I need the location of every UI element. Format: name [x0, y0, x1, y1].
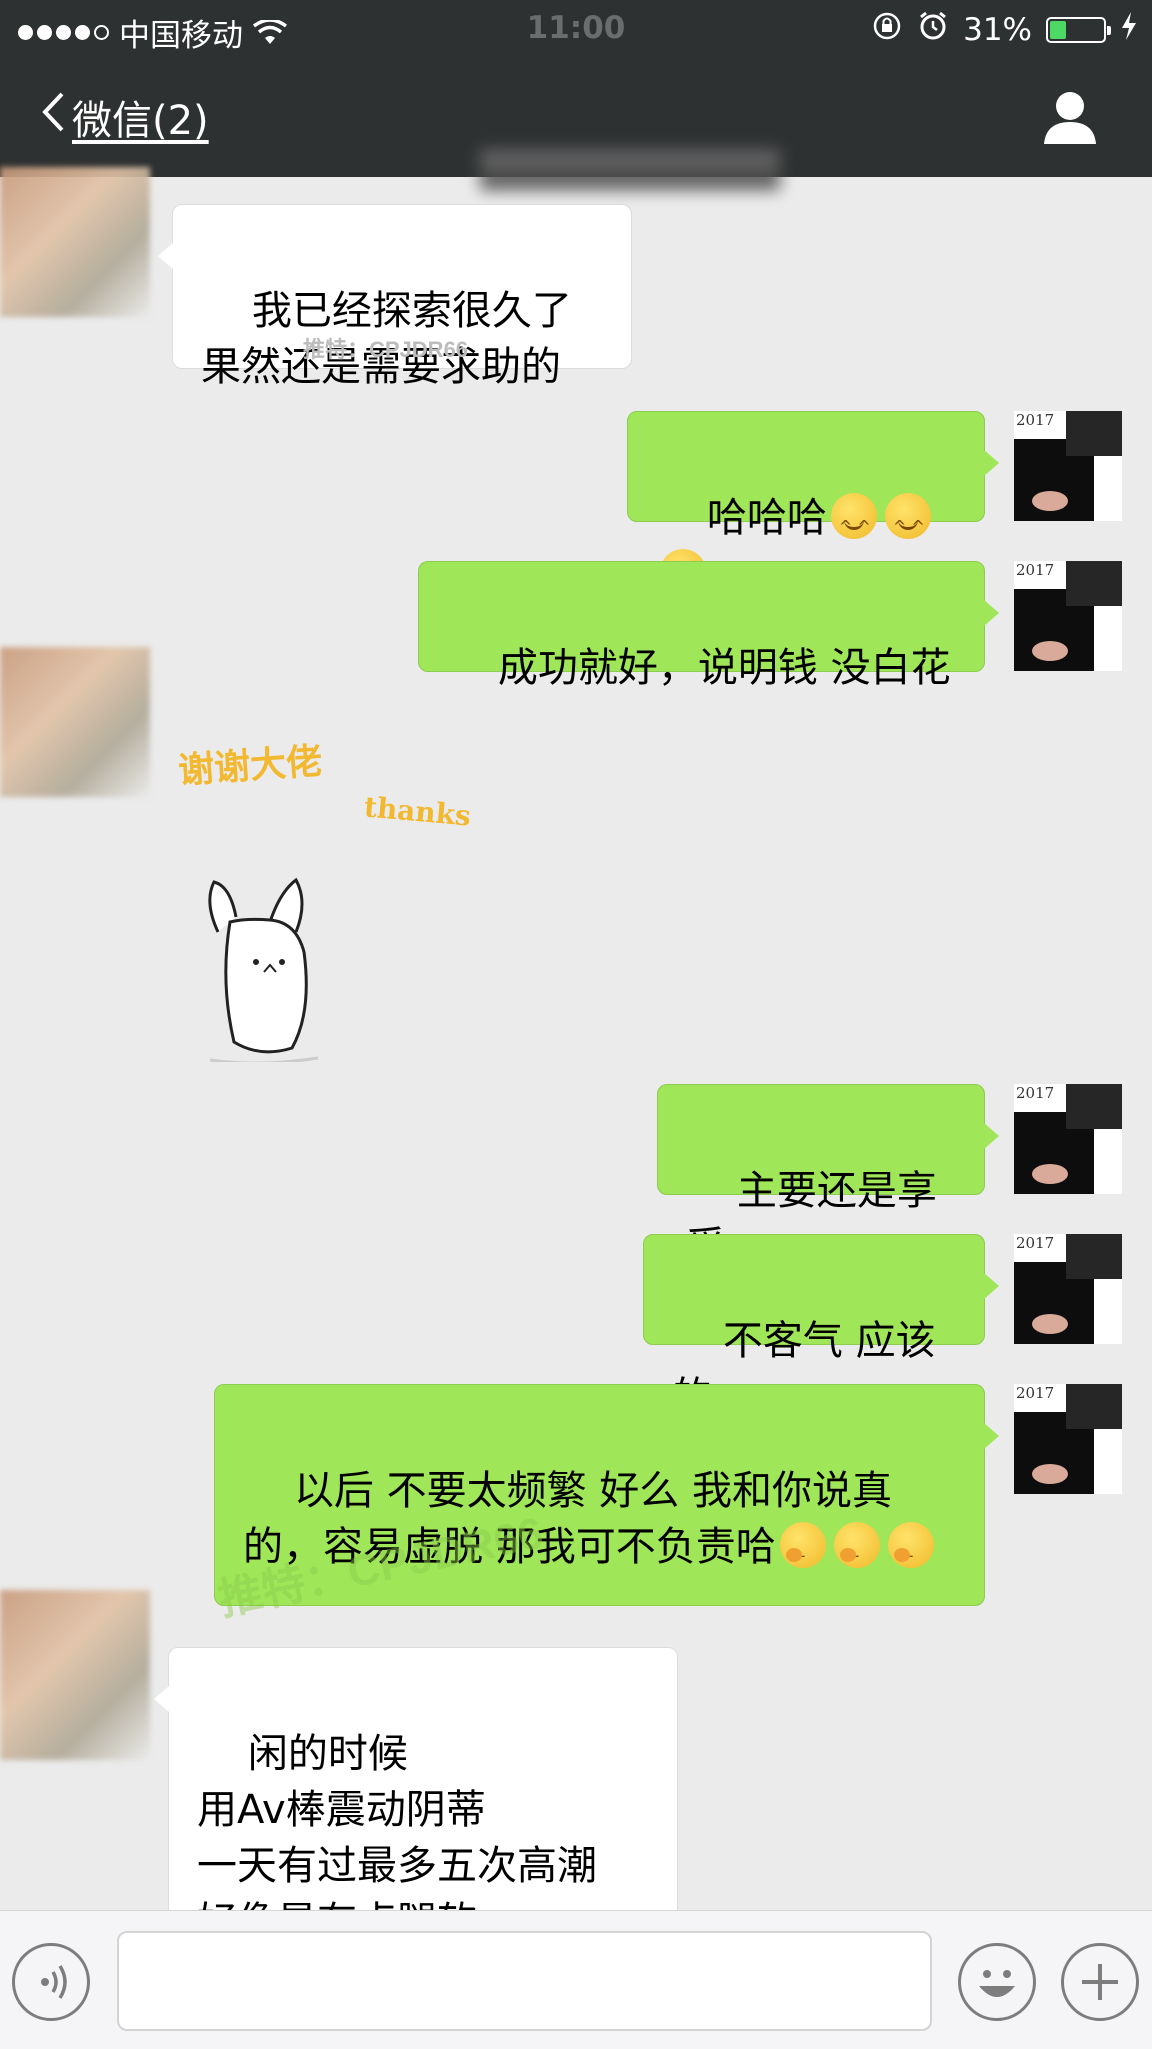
status-bar: 中国移动 11:00 31%: [0, 0, 1152, 60]
avatar-caption: 2017: [1016, 561, 1055, 579]
voice-button[interactable]: [12, 1943, 90, 2021]
avatar-caption: 2017: [1016, 1384, 1055, 1402]
top-bar: 中国移动 11:00 31% 微信(2): [0, 0, 1152, 190]
battery-percent: 31%: [963, 12, 1032, 48]
bunny-sticker-icon: [208, 877, 319, 1062]
alarm-icon: [917, 10, 949, 50]
avatar[interactable]: 2017: [1014, 411, 1122, 521]
message-bubble-outgoing[interactable]: 成功就好，说明钱 没白花: [418, 561, 999, 691]
smile-emoji-icon: [884, 493, 931, 555]
message-input[interactable]: [117, 1931, 932, 2031]
thinking-emoji-icon: [779, 1522, 826, 1584]
watermark: 推特：CPJDR66: [303, 337, 469, 362]
smile-emoji-icon: [830, 493, 877, 555]
sticker-caption: 谢谢大佬: [176, 740, 324, 792]
plus-icon: [1082, 1964, 1118, 2000]
avatar[interactable]: 2017: [1014, 561, 1122, 671]
person-icon: [1042, 92, 1098, 148]
emoji-button[interactable]: [958, 1943, 1036, 2021]
charging-icon: [1120, 11, 1138, 49]
message-text: 哈哈哈: [706, 495, 827, 541]
input-bar: [0, 1910, 1152, 2049]
avatar[interactable]: [0, 167, 150, 317]
sticker-caption: thanks: [362, 790, 473, 833]
avatar-caption: 2017: [1016, 411, 1055, 429]
avatar[interactable]: 2017: [1014, 1234, 1122, 1344]
orientation-lock-icon: [871, 10, 903, 50]
message-bubble-outgoing[interactable]: 哈哈哈: [627, 411, 999, 611]
thinking-emoji-icon: [833, 1522, 880, 1584]
back-label: 微信(2): [72, 98, 209, 144]
more-button[interactable]: [1061, 1943, 1139, 2021]
message-bubble-outgoing[interactable]: 主要还是享受: [657, 1084, 999, 1270]
avatar-caption: 2017: [1016, 1084, 1055, 1102]
thinking-emoji-icon: [887, 1522, 934, 1584]
avatar[interactable]: [0, 647, 150, 797]
battery-fill: [1050, 21, 1066, 39]
voice-icon: [41, 1965, 67, 1999]
back-button[interactable]: 微信(2): [40, 88, 209, 146]
message-text: 成功就好，说明钱 没白花: [497, 645, 951, 691]
avatar[interactable]: [0, 1590, 150, 1760]
emoji-icon: [979, 1970, 1015, 1997]
message-bubble-incoming[interactable]: 闲的时候 用Av棒震动阴蒂 一天有过最多五次高潮 好像是有点腿软: [154, 1647, 678, 1945]
chat-area[interactable]: 我已经探索很久了 果然还是需要求助的 推特：CPJDR66 哈哈哈 2017 成…: [0, 167, 1152, 1945]
message-bubble-outgoing[interactable]: 不客气 应该的: [643, 1234, 999, 1420]
avatar-caption: 2017: [1016, 1234, 1055, 1252]
chat-info-button[interactable]: [1042, 90, 1102, 146]
sticker-message[interactable]: 谢谢大佬 thanks: [177, 740, 500, 1202]
avatar[interactable]: 2017: [1014, 1384, 1122, 1494]
avatar[interactable]: 2017: [1014, 1084, 1122, 1194]
chevron-left-icon: [40, 90, 66, 144]
battery-icon: [1046, 17, 1111, 43]
